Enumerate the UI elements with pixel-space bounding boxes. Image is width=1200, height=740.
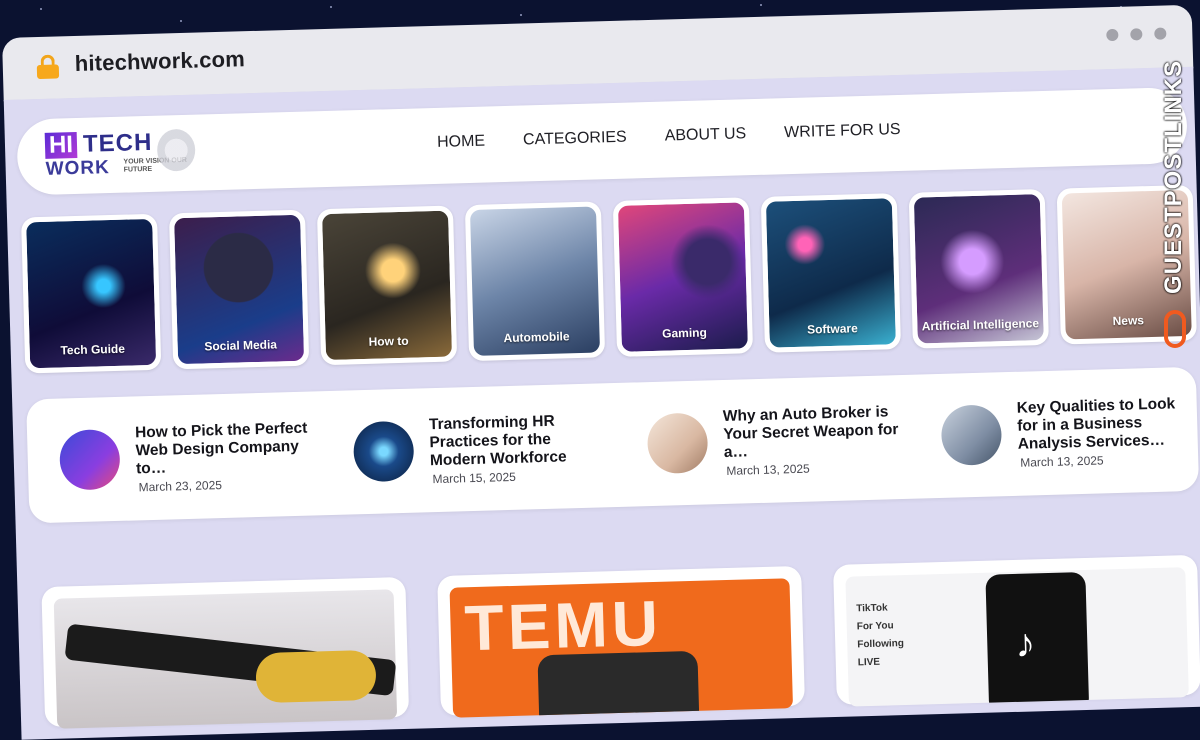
tiktok-image: TikTok For You Following LIVE ♪ <box>845 567 1189 707</box>
window-menu-dots[interactable] <box>1106 27 1167 42</box>
category-image: Automobile <box>469 206 601 356</box>
post-date: March 15, 2025 <box>432 469 517 487</box>
category-image: Software <box>765 198 896 348</box>
nav-about-us[interactable]: ABOUT US <box>664 125 746 145</box>
post-thumbnail[interactable] <box>58 428 121 491</box>
tiktok-sidebar: TikTok For You Following LIVE <box>856 602 905 669</box>
category-label: Artificial Intelligence <box>921 316 1040 334</box>
post-thumbnail[interactable] <box>352 420 415 483</box>
post-title[interactable]: Transforming HR Practices for the Modern… <box>429 411 610 470</box>
category-card-software[interactable]: Software <box>760 193 902 353</box>
post-date: March 13, 2025 <box>1020 453 1104 470</box>
category-label: Automobile <box>503 329 570 346</box>
site-logo[interactable]: HI TECH WORK YOUR VISION OUR FUTURE <box>44 128 196 183</box>
category-card-social-media[interactable]: Social Media <box>168 209 310 370</box>
recent-post-item[interactable]: Transforming HR Practices for the Modern… <box>352 411 617 488</box>
post-title[interactable]: Why an Auto Broker is Your Secret Weapon… <box>723 403 904 462</box>
temu-image: TEMU <box>449 578 794 718</box>
category-card-how-to[interactable]: How to <box>316 205 458 366</box>
page-content: HI TECH WORK YOUR VISION OUR FUTURE HOME… <box>3 66 1200 740</box>
recent-posts: How to Pick the Perfect Web Design Compa… <box>26 366 1200 524</box>
category-image: Tech Guide <box>26 218 157 369</box>
watermark: GUESTPOSTLINKS <box>1160 60 1196 350</box>
dot-icon <box>1130 28 1143 41</box>
category-image: Gaming <box>617 202 748 352</box>
main-nav: HOME CATEGORIES ABOUT US WRITE FOR US <box>437 121 901 152</box>
browser-window: hitechwork.com HI TECH WORK YOUR VISION … <box>2 4 1200 740</box>
post-thumbnail[interactable] <box>646 412 709 475</box>
category-label: Gaming <box>661 325 708 341</box>
recent-post-item[interactable]: How to Pick the Perfect Web Design Compa… <box>58 419 323 496</box>
tiktok-note-icon: ♪ <box>1014 621 1036 666</box>
featured-card-sunglasses[interactable] <box>41 576 410 729</box>
featured-card-temu[interactable]: TEMU <box>437 565 805 718</box>
site-header: HI TECH WORK YOUR VISION OUR FUTURE HOME… <box>16 86 1188 196</box>
address-bar[interactable]: hitechwork.com <box>74 46 245 77</box>
category-card-tech-guide[interactable]: Tech Guide <box>21 213 162 374</box>
post-title[interactable]: How to Pick the Perfect Web Design Compa… <box>135 419 316 478</box>
dot-icon <box>1154 27 1167 40</box>
category-label: Software <box>806 321 858 337</box>
category-label: Social Media <box>204 337 278 354</box>
post-thumbnail[interactable] <box>940 404 1003 466</box>
category-image: Artificial Intelligence <box>913 194 1044 344</box>
post-date: March 23, 2025 <box>138 478 223 495</box>
category-label: Tech Guide <box>60 341 126 358</box>
featured-card-tiktok[interactable]: TikTok For You Following LIVE ♪ <box>833 554 1200 707</box>
featured-cards: TEMU TikTok For You Following LIVE ♪ <box>41 554 1200 729</box>
lock-icon <box>36 54 60 80</box>
category-card-artificial-intelligence[interactable]: Artificial Intelligence <box>908 188 1049 349</box>
category-card-automobile[interactable]: Automobile <box>464 201 606 362</box>
nav-write-for-us[interactable]: WRITE FOR US <box>784 121 901 142</box>
category-strip: Tech Guide Social Media How to Automobil… <box>21 184 1197 374</box>
post-title[interactable]: Key Qualities to Look for in a Business … <box>1016 395 1197 454</box>
sunglasses-image <box>53 589 398 729</box>
logo-tech: TECH <box>82 128 153 158</box>
post-date: March 13, 2025 <box>726 461 810 478</box>
recent-post-item[interactable]: Key Qualities to Look for in a Business … <box>940 395 1200 472</box>
nav-categories[interactable]: CATEGORIES <box>523 129 627 150</box>
watermark-text: GUESTPOSTLINKS <box>1160 60 1187 295</box>
logo-work: WORK <box>45 157 111 180</box>
recent-post-item[interactable]: Why an Auto Broker is Your Secret Weapon… <box>646 403 911 480</box>
category-image: How to <box>322 210 453 361</box>
category-card-gaming[interactable]: Gaming <box>612 197 754 357</box>
logo-hi: HI <box>44 131 78 159</box>
chain-link-icon <box>1164 310 1186 348</box>
category-image: Social Media <box>174 214 305 365</box>
nav-home[interactable]: HOME <box>437 133 485 152</box>
category-label: How to <box>368 333 409 349</box>
dot-icon <box>1106 28 1119 42</box>
